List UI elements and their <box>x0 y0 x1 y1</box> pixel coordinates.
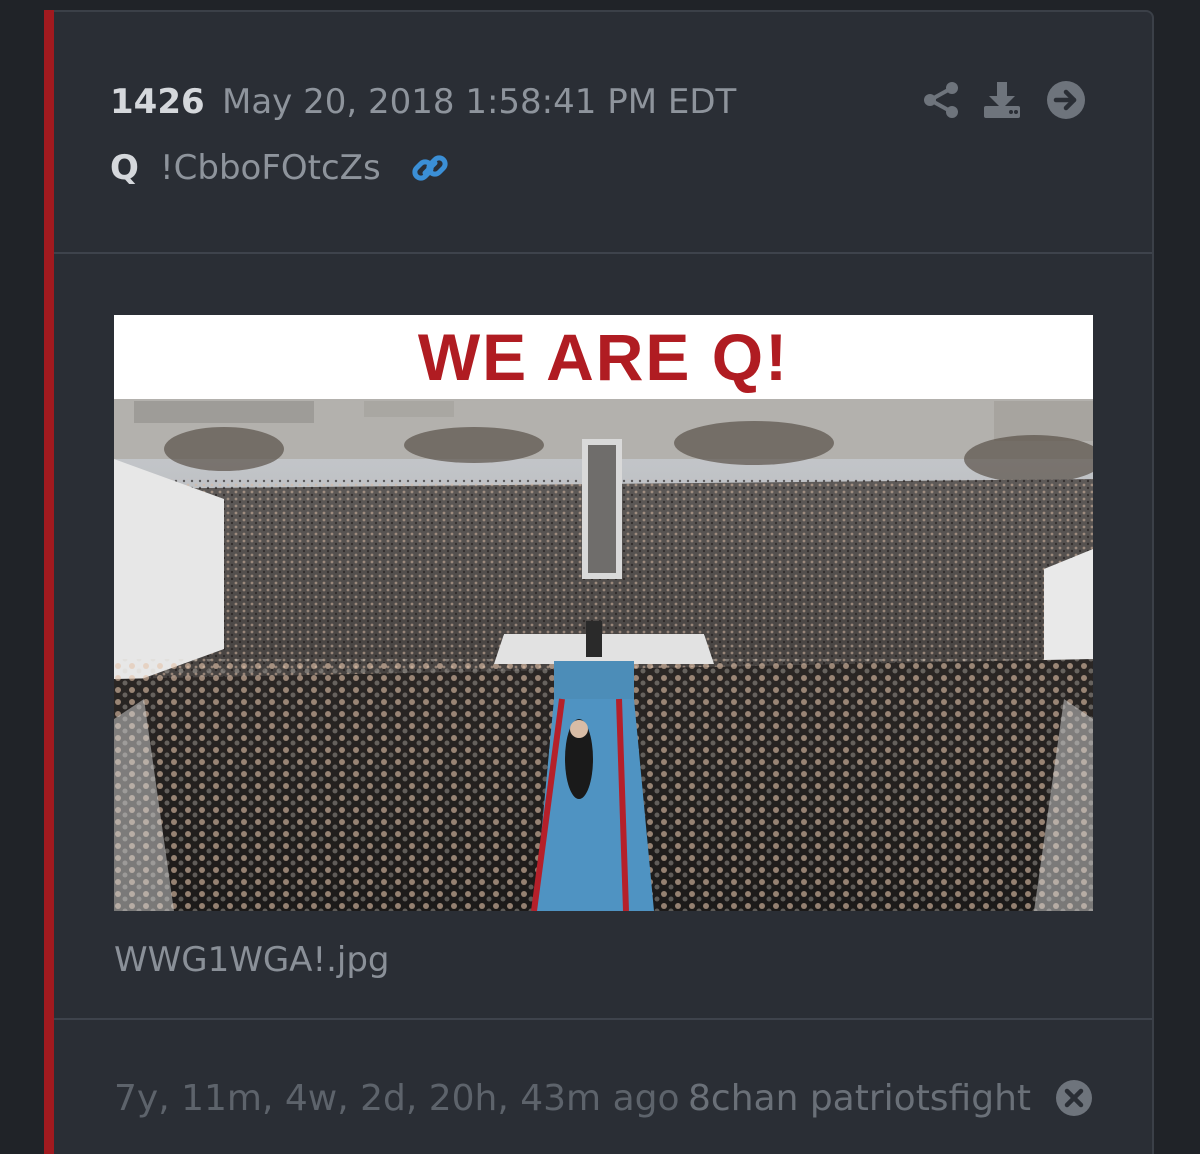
author-name: Q <box>110 148 139 188</box>
post-footer: 7y, 11m, 4w, 2d, 20h, 43m ago 8chan patr… <box>54 1018 1152 1154</box>
post-number[interactable]: 1426 <box>110 82 205 122</box>
post-header: 1426 May 20, 2018 1:58:41 PM EDT Q !Cbbo… <box>54 12 1152 254</box>
link-icon[interactable] <box>408 146 452 190</box>
page: 1426 May 20, 2018 1:58:41 PM EDT Q !Cbbo… <box>0 0 1200 1154</box>
tripcode: !CbboFOtcZs <box>160 148 381 188</box>
download-icon[interactable] <box>980 78 1024 122</box>
post-body: WE ARE Q! WWG1WGA!.jpg <box>54 254 1152 1020</box>
image-file-name[interactable]: WWG1WGA!.jpg <box>114 940 390 980</box>
image-banner-text: WE ARE Q! <box>114 315 1093 399</box>
post-image[interactable]: WE ARE Q! <box>114 315 1093 911</box>
post-source: 8chan patriotsfight <box>688 1078 1032 1119</box>
close-icon[interactable] <box>1054 1078 1094 1118</box>
share-icon[interactable] <box>920 78 964 122</box>
crowd-photo <box>114 399 1093 911</box>
post-card: 1426 May 20, 2018 1:58:41 PM EDT Q !Cbbo… <box>44 10 1154 1154</box>
post-accent-bar <box>44 10 54 1154</box>
elapsed-time: 7y, 11m, 4w, 2d, 20h, 43m ago <box>114 1078 680 1119</box>
arrow-right-circle-icon[interactable] <box>1044 78 1088 122</box>
post-date: May 20, 2018 1:58:41 PM EDT <box>222 82 737 122</box>
